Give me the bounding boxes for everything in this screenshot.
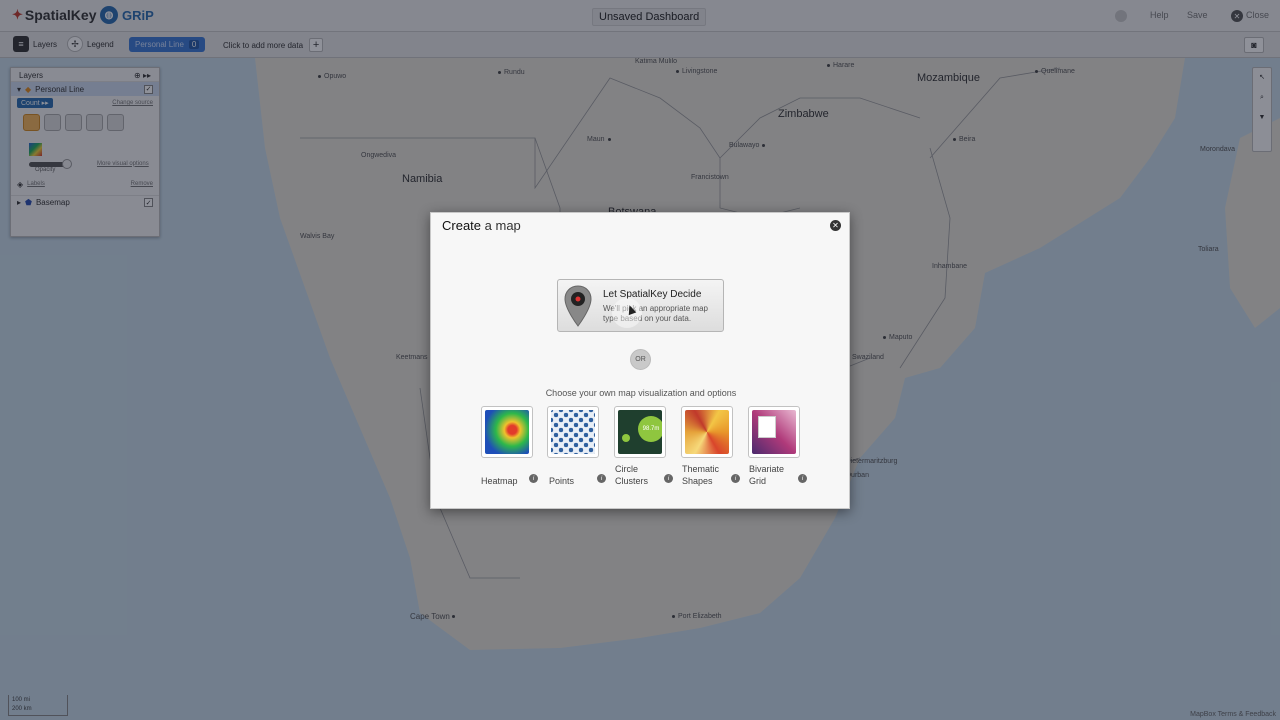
map-pin-icon (564, 285, 592, 327)
dialog-title: Create a map (442, 218, 521, 233)
app: ✦ SpatialKey ◍ GRiP Unsaved Dashboard He… (0, 0, 1280, 720)
info-icon[interactable]: i (529, 474, 538, 483)
circle-clusters-option[interactable]: 98.7m Circle Clusters i (614, 406, 673, 486)
heatmap-thumbnail[interactable] (481, 406, 533, 458)
thematic-shapes-option[interactable]: Thematic Shapes i (681, 406, 740, 486)
thematic-shapes-thumbnail[interactable] (681, 406, 733, 458)
decide-title: Let SpatialKey Decide (603, 289, 702, 300)
heatmap-option[interactable]: Heatmap i (481, 406, 538, 486)
option-label: Bivariate Grid (749, 464, 785, 486)
close-icon[interactable]: ✕ (830, 220, 841, 231)
or-divider: OR (630, 349, 651, 370)
option-label: Points (549, 476, 575, 486)
info-icon[interactable]: i (798, 474, 807, 483)
points-thumbnail[interactable] (547, 406, 599, 458)
points-option[interactable]: Points i (547, 406, 606, 486)
info-icon[interactable]: i (597, 474, 606, 483)
info-icon[interactable]: i (664, 474, 673, 483)
option-label: Circle Clusters (615, 464, 649, 486)
circle-clusters-thumbnail[interactable]: 98.7m (614, 406, 666, 458)
bivariate-grid-thumbnail[interactable] (748, 406, 800, 458)
bivariate-grid-option[interactable]: Bivariate Grid i (748, 406, 807, 486)
cluster-badge: 98.7m (638, 416, 662, 442)
choose-own-label: Choose your own map visualization and op… (545, 388, 737, 398)
option-label: Thematic Shapes (682, 464, 720, 486)
info-icon[interactable]: i (731, 474, 740, 483)
option-label: Heatmap (481, 476, 518, 486)
click-highlight (612, 298, 642, 328)
create-map-dialog: Create a map ✕ Let SpatialKey Decide We'… (430, 212, 850, 509)
